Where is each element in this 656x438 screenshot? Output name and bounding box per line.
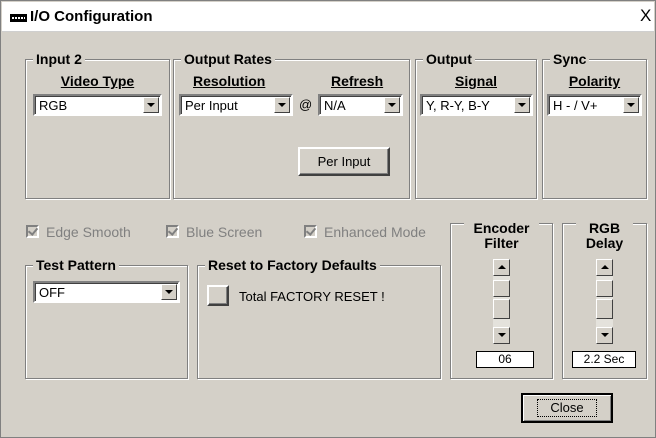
scroll-thumb[interactable] — [493, 299, 510, 319]
output-rates-group: Output Rates Resolution Refresh Per Inpu… — [173, 51, 410, 199]
checkbox-check-icon[interactable] — [304, 225, 317, 238]
rgb-delay-scrollbar[interactable] — [596, 259, 613, 344]
io-configuration-dialog: I/O Configuration X Input 2 Video Type R… — [0, 0, 656, 438]
video-type-select[interactable]: RGB — [33, 94, 162, 116]
app-icon — [10, 14, 27, 22]
chevron-down-icon[interactable] — [623, 97, 639, 113]
window-title: I/O Configuration — [30, 8, 153, 25]
test-pattern-legend: Test Pattern — [33, 257, 119, 273]
factory-reset-label: Total FACTORY RESET ! — [239, 289, 385, 304]
checkbox-check-icon[interactable] — [166, 225, 179, 238]
rgb-delay-group: RGB Delay 2.2 Sec — [562, 215, 647, 379]
sync-legend: Sync — [550, 51, 590, 67]
enhanced-mode-label: Enhanced Mode — [324, 224, 426, 240]
input-legend: Input 2 — [33, 51, 85, 67]
refresh-select[interactable]: N/A — [318, 94, 403, 116]
close-icon[interactable]: X — [640, 7, 651, 24]
scroll-up-icon[interactable] — [596, 259, 613, 276]
encoder-filter-scrollbar[interactable] — [493, 259, 510, 344]
edge-smooth-checkbox[interactable]: Edge Smooth — [26, 224, 156, 242]
video-type-value: RGB — [39, 98, 68, 113]
polarity-select[interactable]: H - / V+ — [547, 94, 642, 116]
scroll-down-icon[interactable] — [493, 327, 510, 344]
refresh-label: Refresh — [331, 73, 384, 89]
resolution-label: Resolution — [193, 73, 266, 89]
scroll-thumb[interactable] — [493, 280, 510, 297]
per-input-button[interactable]: Per Input — [298, 147, 390, 176]
chevron-down-icon[interactable] — [161, 284, 177, 300]
test-pattern-value: OFF — [39, 285, 65, 300]
output-rates-legend: Output Rates — [181, 51, 275, 67]
resolution-value: Per Input — [185, 98, 238, 113]
polarity-value: H - / V+ — [553, 98, 598, 113]
sync-group: Sync Polarity H - / V+ — [542, 51, 647, 199]
signal-value: Y, R-Y, B-Y — [426, 98, 490, 113]
encoder-filter-title: Encoder Filter — [464, 221, 539, 251]
signal-label: Signal — [454, 73, 497, 89]
signal-select[interactable]: Y, R-Y, B-Y — [420, 94, 533, 116]
at-symbol: @ — [299, 97, 313, 112]
test-pattern-group: Test Pattern OFF — [25, 257, 188, 379]
edge-smooth-label: Edge Smooth — [46, 224, 131, 240]
reset-defaults-group: Reset to Factory Defaults Total FACTORY … — [197, 257, 441, 379]
title-bar: I/O Configuration X — [2, 2, 654, 32]
blue-screen-label: Blue Screen — [186, 224, 263, 240]
rgb-delay-value: 2.2 Sec — [572, 351, 636, 368]
output-legend: Output — [423, 51, 475, 67]
enhanced-mode-checkbox[interactable]: Enhanced Mode — [304, 224, 444, 242]
rgb-delay-title: RGB Delay — [576, 221, 633, 251]
input-group: Input 2 Video Type RGB — [25, 51, 170, 199]
encoder-filter-group: Encoder Filter 06 — [450, 215, 553, 379]
output-group: Output Signal Y, R-Y, B-Y — [415, 51, 537, 199]
factory-reset-button[interactable] — [207, 285, 229, 306]
scroll-thumb[interactable] — [596, 299, 613, 319]
test-pattern-select[interactable]: OFF — [33, 281, 180, 303]
blue-screen-checkbox[interactable]: Blue Screen — [166, 224, 286, 242]
chevron-down-icon[interactable] — [143, 97, 159, 113]
chevron-down-icon[interactable] — [274, 97, 290, 113]
close-button-label: Close — [537, 399, 597, 417]
chevron-down-icon[interactable] — [514, 97, 530, 113]
video-type-label: Video Type — [60, 73, 135, 89]
checkbox-check-icon[interactable] — [26, 225, 39, 238]
reset-legend: Reset to Factory Defaults — [205, 257, 380, 273]
refresh-value: N/A — [324, 98, 346, 113]
polarity-label: Polarity — [568, 73, 621, 89]
chevron-down-icon[interactable] — [384, 97, 400, 113]
resolution-select[interactable]: Per Input — [179, 94, 293, 116]
scroll-thumb[interactable] — [596, 280, 613, 297]
scroll-down-icon[interactable] — [596, 327, 613, 344]
per-input-button-label: Per Input — [317, 154, 371, 169]
scroll-up-icon[interactable] — [493, 259, 510, 276]
encoder-filter-value: 06 — [476, 351, 534, 368]
close-button[interactable]: Close — [521, 393, 613, 423]
